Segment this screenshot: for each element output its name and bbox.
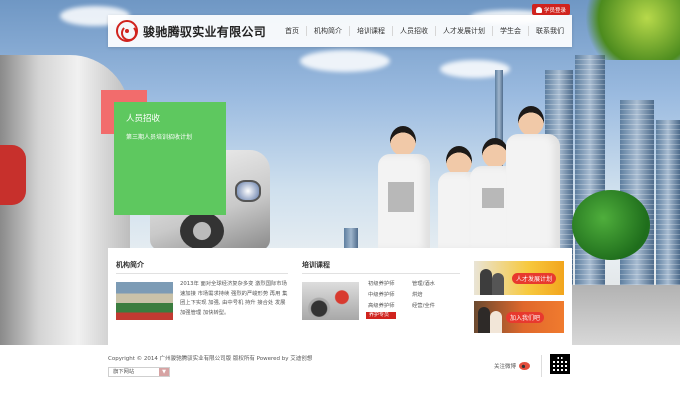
qr-code-image	[550, 354, 570, 374]
about-section-title: 机构简介	[116, 261, 144, 269]
students-group-image	[360, 95, 575, 250]
recruitment-card-title: 人员招收	[126, 114, 161, 124]
about-intro-text: 2013年 面对全球经济复杂多变 激烈国际市场 速加接 市场需求持续 强烈的严峻…	[180, 281, 288, 316]
nav-item-student-union[interactable]: 学生会	[492, 26, 528, 36]
course-link[interactable]: 初级养护师	[368, 279, 395, 290]
nav-item-about[interactable]: 机构简介	[306, 26, 349, 36]
talent-plan-banner[interactable]: 人才发展计划	[474, 261, 564, 295]
nav-item-recruitment[interactable]: 人员招收	[392, 26, 435, 36]
copyright-text: Copyright © 2014 广州骏驰腾驭实业有限公司版 版权所有 Powe…	[108, 356, 313, 362]
weibo-follow-label: 关注微博	[494, 364, 517, 370]
student	[374, 126, 432, 250]
course-link[interactable]: 中级养护师	[368, 290, 395, 301]
nav-item-home[interactable]: 首页	[278, 26, 306, 36]
nav-item-talent-plan[interactable]: 人才发展计划	[435, 26, 492, 36]
student-login-label: 学员登录	[543, 7, 566, 14]
section-divider	[302, 273, 460, 274]
company-logo[interactable]: 骏驰腾驭实业有限公司	[116, 20, 266, 42]
course-tag[interactable]: 养护专员	[366, 312, 396, 319]
cloud	[300, 50, 390, 72]
weibo-icon	[519, 362, 531, 370]
course-list-1: 初级养护师 中级养护师 高级养护师	[368, 279, 395, 312]
course-list-2: 管理/酒水 烘焙 经营/全件	[412, 279, 435, 312]
course-link[interactable]: 烘焙	[412, 290, 435, 301]
headlight	[235, 180, 261, 202]
main-nav: 首页 机构简介 培训课程 人员招收 人才发展计划 学生会 联系我们	[278, 15, 571, 47]
course-link[interactable]: 经营/全件	[412, 301, 435, 312]
join-us-banner[interactable]: 加入我们吧	[474, 301, 564, 333]
company-name: 骏驰腾驭实业有限公司	[143, 24, 267, 39]
chevron-down-icon[interactable]: ▼	[159, 368, 169, 376]
tree	[572, 190, 650, 260]
sister-sites-select-value: 旗下网站	[113, 369, 135, 375]
student	[500, 106, 562, 250]
footer: Copyright © 2014 广州骏驰腾驭实业有限公司版 版权所有 Powe…	[0, 345, 680, 405]
user-icon	[535, 6, 542, 13]
course-link[interactable]: 管理/酒水	[412, 279, 435, 290]
nav-item-courses[interactable]: 培训课程	[349, 26, 392, 36]
recruitment-card-subtitle[interactable]: 第三期人员培训招收计划	[126, 132, 214, 141]
section-divider	[116, 273, 288, 274]
course-link[interactable]: 高级养护师	[368, 301, 395, 312]
courses-thumbnail-image[interactable]	[302, 282, 359, 320]
steering-wheel-icon	[116, 20, 138, 42]
student-login-button[interactable]: 学员登录	[532, 4, 570, 15]
about-thumbnail-image[interactable]	[116, 282, 173, 320]
leaves-decoration	[570, 0, 680, 60]
courses-section-title: 培训课程	[302, 261, 330, 269]
top-navigation-bar: 骏驰腾驭实业有限公司 首页 机构简介 培训课程 人员招收 人才发展计划 学生会 …	[108, 15, 572, 47]
content-section: 机构简介 2013年 面对全球经济复杂多变 激烈国际市场 速加接 市场需求持续 …	[108, 248, 572, 345]
nav-item-contact[interactable]: 联系我们	[528, 26, 571, 36]
talent-plan-banner-label: 人才发展计划	[512, 273, 557, 284]
footer-divider	[541, 355, 542, 377]
skyscraper	[656, 120, 680, 285]
sister-sites-select[interactable]: 旗下网站 ▼	[108, 367, 170, 377]
recruitment-card[interactable]: 人员招收 第三期人员培训招收计划	[114, 102, 226, 215]
join-us-banner-label: 加入我们吧	[506, 312, 545, 323]
wheel	[180, 212, 224, 250]
weibo-follow-link[interactable]: 关注微博	[494, 362, 531, 370]
